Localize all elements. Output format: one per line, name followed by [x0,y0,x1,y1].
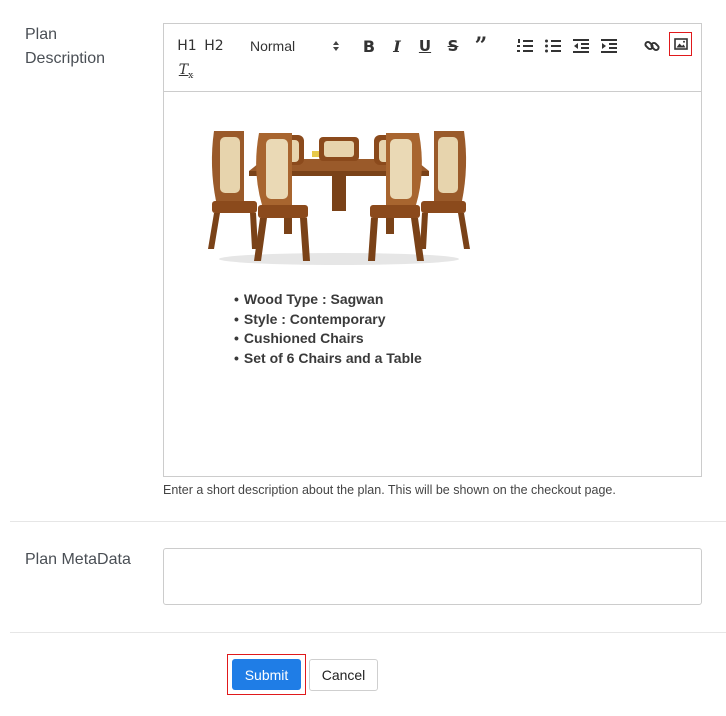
cancel-button[interactable]: Cancel [309,659,378,691]
italic-button[interactable]: I [388,36,406,56]
ordered-list-icon [517,39,533,52]
dropdown-arrows-icon [333,41,339,51]
h2-icon: H2 [204,38,224,54]
underline-button[interactable]: U [416,36,434,56]
underline-icon: U [418,37,432,55]
blockquote-icon: ” [474,33,488,59]
submit-button[interactable]: Submit [232,659,301,690]
plan-description-label-line2: Description [25,50,106,67]
bold-icon: B [362,36,376,56]
plan-description-label-line1: Plan [25,26,58,43]
rich-text-editor: H1 H2 Normal B I U S ” Tx • Wood Type: … [163,23,702,477]
h1-button[interactable]: H1 [176,36,198,56]
submit-highlight: Submit [227,654,306,695]
strike-icon: S [447,37,459,55]
feature-list: Wood Type : Sagwan Style : Contemporary … [234,290,422,368]
clear-format-button[interactable]: Tx [176,61,196,81]
bullet-list-button[interactable] [543,36,563,56]
outdent-icon [573,39,589,53]
list-item: Wood Type : Sagwan [234,290,422,310]
link-icon [644,40,660,52]
clear-format-icon: Tx [178,61,194,81]
blockquote-button[interactable]: ” [472,33,490,59]
indent-icon [601,39,617,53]
list-item: Style : Contemporary [234,310,422,330]
editor-content[interactable]: Wood Type : Sagwan Style : Contemporary … [164,91,701,476]
link-button[interactable] [642,36,662,56]
plan-metadata-label: Plan MetaData [25,551,131,568]
format-dropdown-value: Normal [250,38,296,54]
editor-toolbar: H1 H2 Normal B I U S ” Tx [164,24,701,92]
image-button[interactable] [669,32,692,56]
dining-set-image [208,131,470,265]
divider [10,632,726,633]
description-help-text: Enter a short description about the plan… [163,483,616,497]
plan-description-label: Plan Description [25,23,105,71]
divider [10,521,726,522]
h1-icon: H1 [177,38,197,54]
h2-button[interactable]: H2 [203,36,225,56]
format-dropdown[interactable]: Normal [250,36,340,56]
bullet-list-icon [545,39,561,53]
indent-button[interactable] [599,36,619,56]
list-item: Cushioned Chairs [234,329,422,349]
plan-metadata-field[interactable] [163,548,702,605]
list-item: Set of 6 Chairs and a Table [234,349,422,369]
strike-button[interactable]: S [444,36,462,56]
outdent-button[interactable] [571,36,591,56]
image-icon [673,38,688,50]
ordered-list-button[interactable] [515,36,535,56]
italic-icon: I [393,36,401,56]
bold-button[interactable]: B [360,36,378,56]
